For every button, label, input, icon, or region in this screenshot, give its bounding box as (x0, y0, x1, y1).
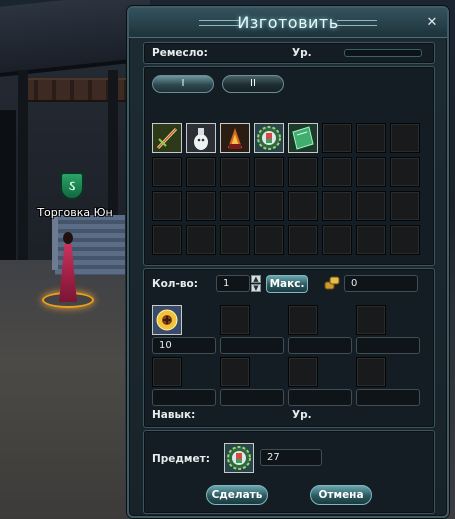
empty-recipe-slot[interactable] (390, 123, 420, 153)
cost-field: 0 (344, 275, 418, 292)
tab-2[interactable]: II (222, 75, 284, 93)
craft-header-panel: Ремесло: Ур. (143, 42, 435, 64)
empty-recipe-slot[interactable] (152, 191, 182, 221)
empty-material-slot[interactable] (356, 305, 386, 335)
cancel-button[interactable]: Отмена (310, 485, 372, 505)
sword-icon (153, 124, 181, 152)
recipe-panel: I II (143, 66, 435, 266)
recipe-slot[interactable] (288, 123, 318, 153)
result-panel: Предмет: 27 Сделать Отмена (143, 430, 435, 514)
empty-recipe-slot[interactable] (220, 225, 250, 255)
empty-recipe-slot[interactable] (186, 157, 216, 187)
empty-material-slot[interactable] (288, 357, 318, 387)
empty-material-slot[interactable] (356, 357, 386, 387)
material-count: 10 (152, 337, 216, 354)
empty-recipe-slot[interactable] (322, 191, 352, 221)
craft-label: Ремесло: (152, 47, 208, 59)
recipe-slot[interactable] (152, 123, 182, 153)
skill-level-label: Ур. (292, 409, 312, 421)
empty-recipe-slot[interactable] (186, 225, 216, 255)
empty-recipe-slot[interactable] (390, 157, 420, 187)
npc-name[interactable]: Торговка Юн (30, 206, 120, 219)
empty-recipe-slot[interactable] (356, 191, 386, 221)
empty-recipe-slot[interactable] (288, 225, 318, 255)
empty-recipe-slot[interactable] (356, 225, 386, 255)
empty-recipe-slot[interactable] (152, 157, 182, 187)
material-count (356, 337, 420, 354)
material-count (220, 389, 284, 406)
empty-recipe-slot[interactable] (220, 157, 250, 187)
craft-progress-bar (344, 49, 422, 57)
empty-material-slot[interactable] (220, 357, 250, 387)
empty-recipe-slot[interactable] (322, 157, 352, 187)
result-item-slot[interactable] (224, 443, 254, 473)
materials-panel: Кол-во: 1 ▲ ▼ Макс. 0 10 Навык: Ур. (143, 268, 435, 428)
empty-recipe-slot[interactable] (186, 191, 216, 221)
npc-character[interactable] (57, 232, 79, 302)
gear-gem-icon (255, 124, 283, 152)
material-count (288, 389, 352, 406)
craft-level-label: Ур. (292, 47, 312, 59)
make-button[interactable]: Сделать (206, 485, 268, 505)
pillar (18, 70, 28, 270)
ghost-flask-icon (187, 124, 215, 152)
tab-1[interactable]: I (152, 75, 214, 93)
empty-recipe-slot[interactable] (356, 123, 386, 153)
quantity-input[interactable]: 1 (216, 275, 250, 292)
window-title: Изготовить (237, 13, 339, 32)
npc-quest-marker-icon[interactable]: ઽ (60, 172, 84, 200)
empty-material-slot[interactable] (220, 305, 250, 335)
skill-label: Навык: (152, 409, 196, 421)
flame-potion-icon (221, 124, 249, 152)
material-count (152, 389, 216, 406)
npc-dress (59, 244, 77, 302)
quantity-label: Кол-во: (152, 278, 198, 290)
empty-recipe-slot[interactable] (390, 225, 420, 255)
npc-head (63, 232, 73, 244)
empty-recipe-slot[interactable] (322, 225, 352, 255)
empty-recipe-slot[interactable] (356, 157, 386, 187)
material-count (356, 389, 420, 406)
empty-material-slot[interactable] (152, 357, 182, 387)
recipe-slot[interactable] (254, 123, 284, 153)
empty-recipe-slot[interactable] (288, 157, 318, 187)
result-count: 27 (260, 449, 322, 466)
empty-recipe-slot[interactable] (322, 123, 352, 153)
recipe-slot[interactable] (186, 123, 216, 153)
empty-recipe-slot[interactable] (254, 225, 284, 255)
material-count (220, 337, 284, 354)
coins-icon (324, 276, 340, 290)
max-button[interactable]: Макс. (266, 275, 308, 293)
close-button[interactable]: ✕ (425, 16, 439, 30)
empty-recipe-slot[interactable] (254, 191, 284, 221)
empty-material-slot[interactable] (288, 305, 318, 335)
green-tome-icon (289, 124, 317, 152)
recipe-slot[interactable] (220, 123, 250, 153)
craft-window: Изготовить ✕ Ремесло: Ур. I II Кол-во: 1… (127, 6, 449, 518)
empty-recipe-slot[interactable] (288, 191, 318, 221)
result-label: Предмет: (152, 453, 210, 465)
empty-recipe-slot[interactable] (220, 191, 250, 221)
quantity-down-arrow-icon[interactable]: ▼ (251, 284, 261, 292)
empty-recipe-slot[interactable] (254, 157, 284, 187)
empty-recipe-slot[interactable] (390, 191, 420, 221)
material-slot[interactable] (152, 305, 182, 335)
quantity-up-arrow-icon[interactable]: ▲ (251, 275, 261, 283)
window-titlebar[interactable]: Изготовить ✕ (129, 8, 447, 38)
gear-gem-icon (225, 444, 253, 472)
wall-shadow (0, 110, 16, 270)
empty-recipe-slot[interactable] (152, 225, 182, 255)
sun-medallion-icon (153, 306, 181, 334)
material-count (288, 337, 352, 354)
